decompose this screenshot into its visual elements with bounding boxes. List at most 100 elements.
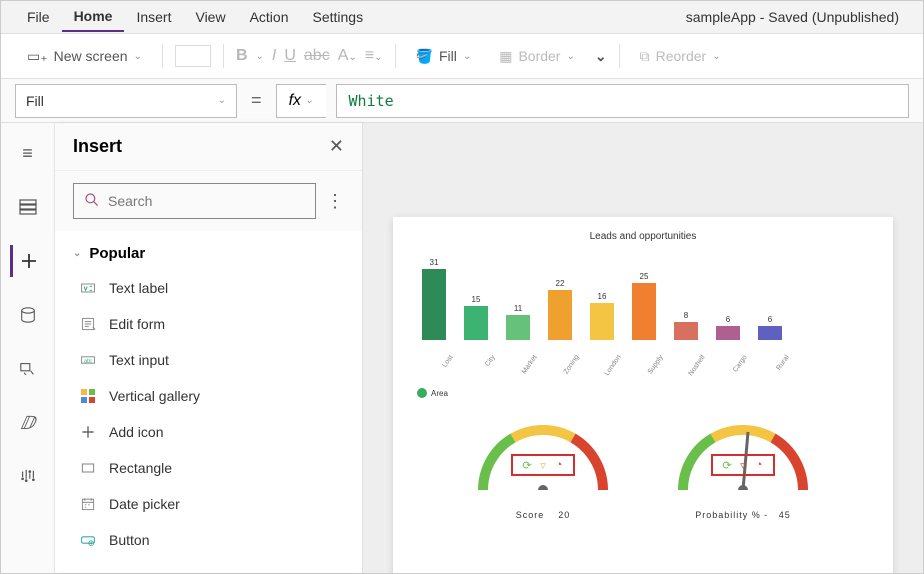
bar — [716, 326, 740, 340]
item-label: Edit form — [109, 316, 165, 332]
bar-value: 11 — [514, 304, 522, 313]
bar-column: 16 — [587, 292, 617, 340]
x-label: Market — [516, 354, 545, 387]
group-popular[interactable]: ⌄ Popular — [55, 237, 362, 270]
gauge1-value: 20 — [558, 510, 570, 520]
rail-data-icon[interactable] — [10, 299, 46, 331]
menu-view[interactable]: View — [183, 3, 237, 31]
item-label: Button — [109, 532, 149, 548]
bar — [674, 322, 698, 340]
bar-column: 22 — [545, 279, 575, 340]
chart-icon[interactable]: ◔ — [753, 459, 765, 471]
insert-item-input[interactable]: ab|Text input — [55, 342, 362, 378]
bar-value: 6 — [726, 315, 730, 324]
bar — [548, 290, 572, 340]
property-selector[interactable]: Fill ⌄ — [15, 84, 237, 118]
insert-item-date[interactable]: Date picker — [55, 486, 362, 522]
color-swatch[interactable] — [175, 45, 211, 67]
x-label: Noshelf — [684, 354, 713, 387]
menu-insert[interactable]: Insert — [124, 3, 183, 31]
bar-column: 6 — [755, 315, 785, 340]
reorder-button[interactable]: ⧉ Reorder ⌄ — [632, 44, 729, 69]
bold-icon[interactable]: B — [236, 47, 248, 65]
bar — [506, 315, 530, 340]
label-icon — [79, 279, 97, 297]
fx-button[interactable]: fx⌄ — [276, 84, 326, 118]
bar-column: 25 — [629, 272, 659, 340]
rail-insert-icon[interactable] — [10, 245, 46, 277]
chart-title: Leads and opportunities — [413, 231, 873, 242]
rail-hamburger-icon[interactable]: ≡ — [10, 137, 46, 169]
align-icon[interactable]: ≡⌄ — [365, 47, 383, 65]
new-screen-icon: ▭₊ — [27, 48, 48, 65]
insert-item-plus[interactable]: Add icon — [55, 414, 362, 450]
gauge-score: ⟳ ▿ ◔ Score 20 — [463, 410, 623, 520]
formula-bar: Fill ⌄ = fx⌄ White — [1, 79, 923, 123]
insert-pane: Insert ✕ Search ⋮ ⌄ Popular Text labelEd… — [55, 123, 363, 573]
x-label: City — [474, 354, 503, 387]
new-screen-label: New screen — [54, 48, 128, 64]
chevron-down-icon: ⌄ — [712, 51, 720, 62]
toolbar: ▭₊ New screen ⌄ B⌄ I U abc A⌄ ≡⌄ 🪣 Fill … — [1, 33, 923, 79]
border-label: Border — [518, 48, 560, 64]
rail-tree-icon[interactable] — [10, 191, 46, 223]
strike-icon[interactable]: abc — [304, 47, 330, 65]
new-screen-button[interactable]: ▭₊ New screen ⌄ — [19, 44, 150, 69]
insert-item-label[interactable]: Text label — [55, 270, 362, 306]
reload-icon[interactable]: ⟳ — [521, 459, 533, 471]
x-axis-labels: LostCityMarketZoningLondonSupplyNoshelfC… — [413, 344, 873, 368]
menu-home[interactable]: Home — [62, 2, 125, 32]
menu-file[interactable]: File — [15, 3, 62, 31]
button-icon — [79, 531, 97, 549]
gauge-toolbar[interactable]: ⟳ ▿ ◔ — [711, 454, 775, 476]
x-label: Rural — [768, 354, 797, 387]
italic-icon[interactable]: I — [272, 47, 276, 65]
canvas-area[interactable]: Leads and opportunities 311511221625866 … — [363, 123, 923, 573]
font-color-icon[interactable]: A⌄ — [338, 47, 357, 65]
rail-variables-icon[interactable]: ⅅ — [10, 407, 46, 439]
gauge-toolbar[interactable]: ⟳ ▿ ◔ — [511, 454, 575, 476]
insert-item-button[interactable]: Button — [55, 522, 362, 558]
more-options-icon[interactable]: ⋮ — [326, 191, 344, 212]
bar-column: 8 — [671, 311, 701, 340]
legend-label: Area — [431, 389, 448, 398]
menu-settings[interactable]: Settings — [301, 3, 376, 31]
equals-sign: = — [247, 90, 266, 111]
bar — [758, 326, 782, 340]
app-canvas: Leads and opportunities 311511221625866 … — [393, 217, 893, 573]
item-label: Vertical gallery — [109, 388, 200, 404]
bar-value: 6 — [768, 315, 772, 324]
gauge1-label: Score — [516, 510, 545, 520]
close-icon[interactable]: ✕ — [329, 136, 344, 157]
input-icon: ab| — [79, 351, 97, 369]
bar-column: 11 — [503, 304, 533, 340]
underline-icon[interactable]: U — [284, 47, 296, 65]
menubar: File Home Insert View Action Settings sa… — [1, 1, 923, 33]
group-label: Popular — [89, 245, 145, 262]
menu-action[interactable]: Action — [238, 3, 301, 31]
funnel-icon[interactable]: ▿ — [537, 459, 549, 471]
bar-column: 31 — [419, 258, 449, 340]
reorder-icon: ⧉ — [640, 48, 650, 65]
formula-input[interactable]: White — [336, 84, 909, 118]
bar-value: 15 — [472, 295, 481, 304]
rail-media-icon[interactable] — [10, 353, 46, 385]
search-input[interactable]: Search — [73, 183, 316, 219]
reload-icon[interactable]: ⟳ — [721, 459, 733, 471]
svg-text:ab|: ab| — [84, 358, 92, 364]
chart-icon[interactable]: ◔ — [553, 459, 565, 471]
fill-button[interactable]: 🪣 Fill ⌄ — [408, 44, 480, 69]
funnel-icon[interactable]: ▿ — [737, 459, 749, 471]
insert-item-form[interactable]: Edit form — [55, 306, 362, 342]
x-label: Lost — [432, 354, 461, 387]
chevron-down-icon: ⌄ — [218, 95, 226, 106]
text-format-group: B⌄ I U abc A⌄ ≡⌄ — [236, 47, 383, 65]
border-button[interactable]: ▦ Border ⌄ — [491, 44, 583, 69]
rail-tools-icon[interactable] — [10, 461, 46, 493]
bar — [632, 283, 656, 340]
insert-item-gallery[interactable]: Vertical gallery — [55, 378, 362, 414]
expand-icon[interactable]: ⌄ — [595, 48, 607, 65]
reorder-label: Reorder — [656, 48, 707, 64]
bar — [422, 269, 446, 340]
insert-item-rect[interactable]: Rectangle — [55, 450, 362, 486]
